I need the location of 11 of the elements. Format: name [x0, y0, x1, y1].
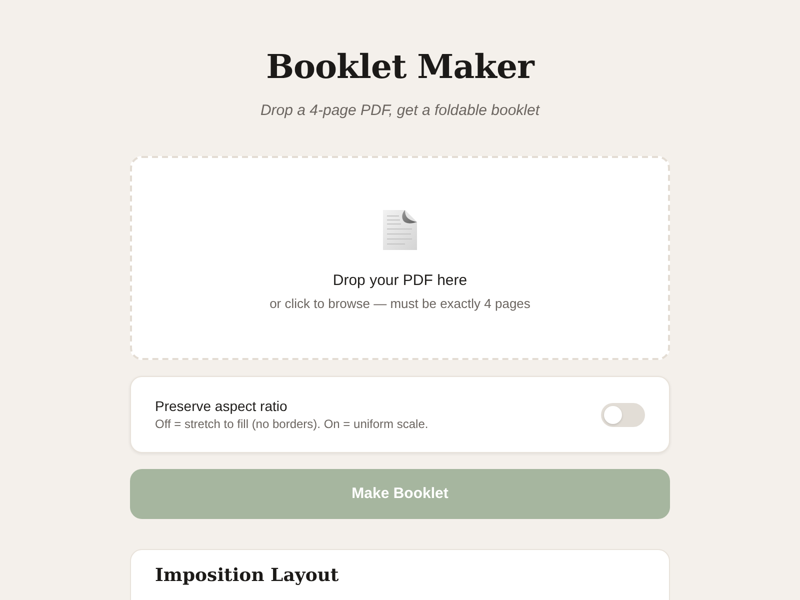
option-description: Off = stretch to fill (no borders). On = uniform scale.: [155, 418, 428, 430]
app-subtitle: Drop a 4-page PDF, get a foldable booklet: [260, 103, 540, 118]
drop-zone-title: Drop your PDF here: [332, 273, 468, 288]
toggle-knob-icon: [604, 406, 622, 424]
document-icon: [383, 210, 417, 250]
aspect-ratio-toggle[interactable]: [601, 402, 645, 426]
drop-zone-hint: or click to browse — must be exactly 4 pages: [270, 297, 530, 310]
pdf-drop-zone[interactable]: Drop your PDF here or click to browse — must be exactly 4 pages: [130, 156, 670, 360]
option-label: Preserve aspect ratio: [155, 399, 288, 413]
layout-card-title: Imposition Layout: [155, 567, 340, 585]
app-title: Booklet Maker: [266, 50, 534, 83]
